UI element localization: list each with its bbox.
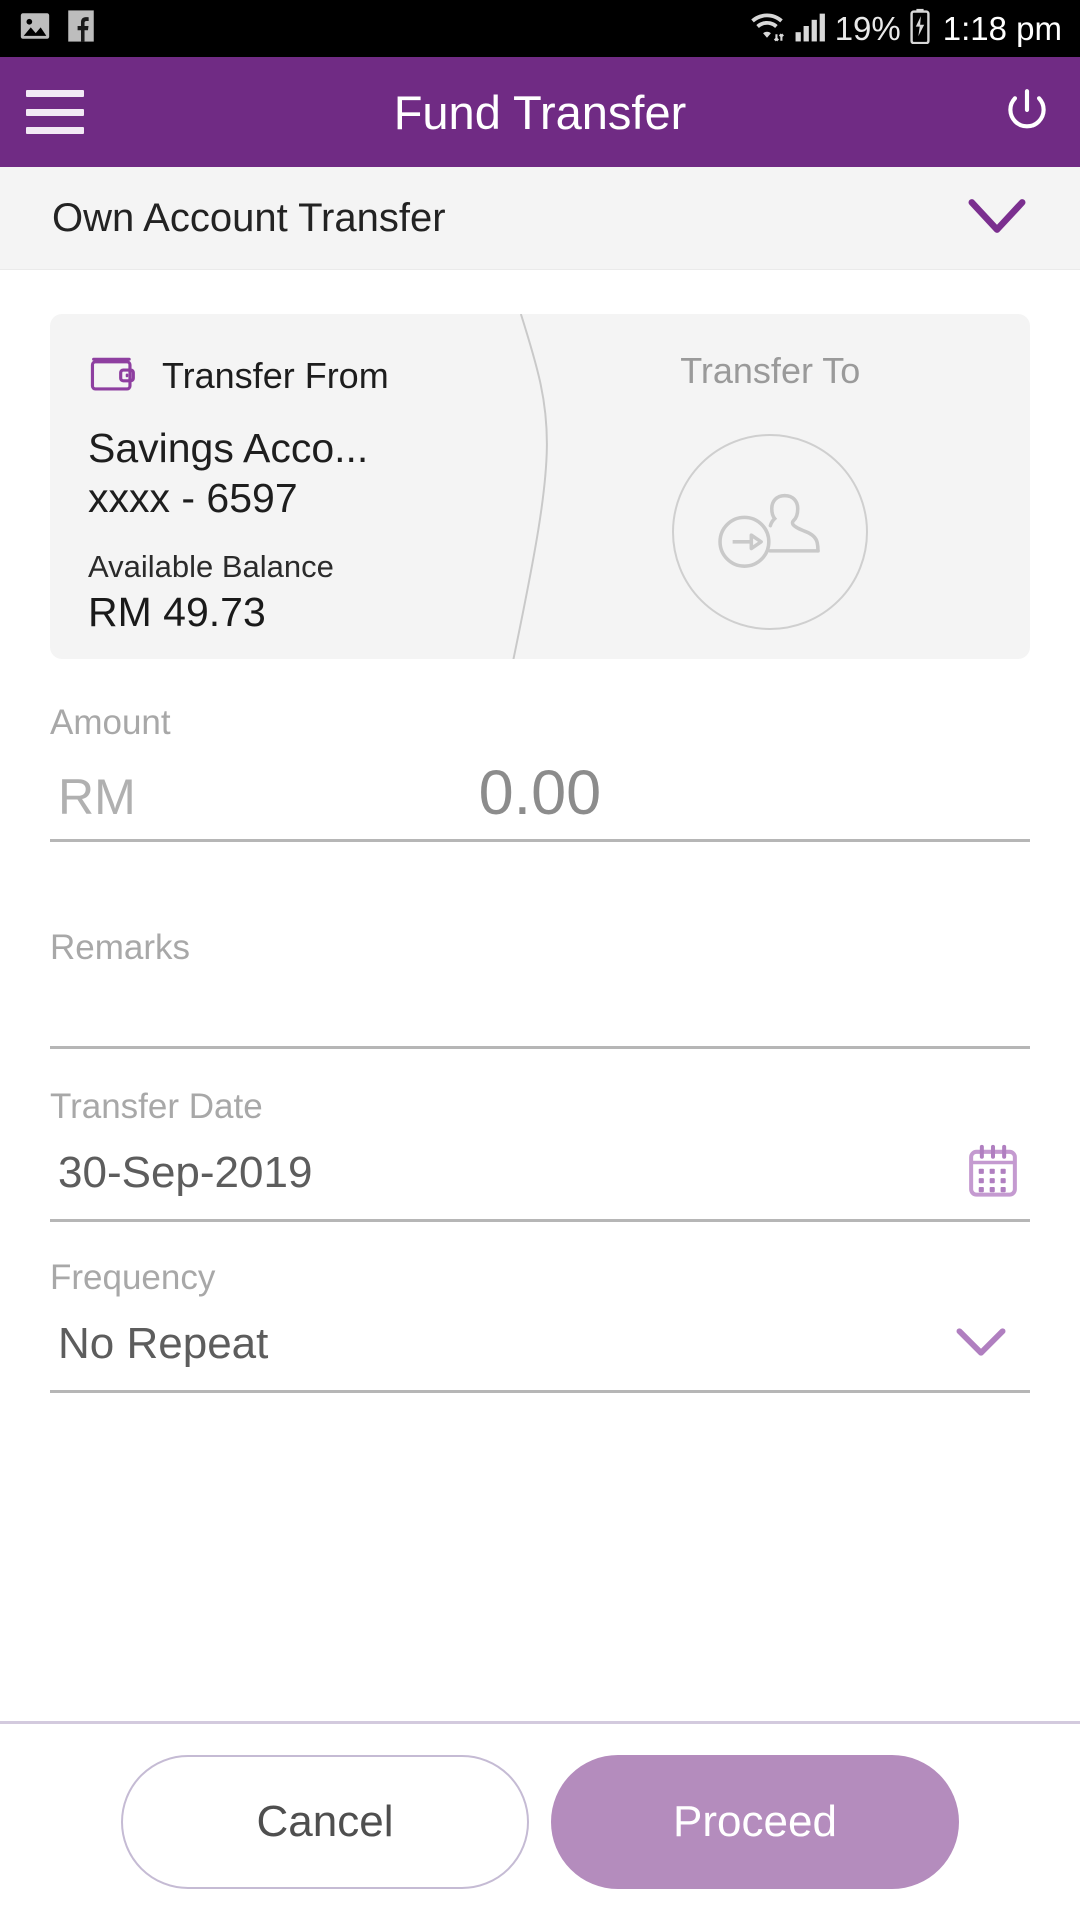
remarks-field[interactable]: Remarks [50, 928, 1030, 1049]
transfer-date-underline [50, 1219, 1030, 1222]
status-bar-indicators: 19% 1:18 pm [747, 8, 1062, 49]
account-card-wrapper: Transfer From Savings Acco... xxxx - 659… [0, 270, 1080, 659]
transfer-type-dropdown[interactable]: Own Account Transfer [0, 167, 1080, 270]
transfer-form: Amount RM 0.00 Remarks Transfer Date 30-… [0, 703, 1080, 1393]
frequency-underline [50, 1390, 1030, 1393]
transfer-date-input[interactable]: 30-Sep-2019 [58, 1148, 312, 1198]
frequency-label: Frequency [50, 1258, 216, 1297]
page-title: Fund Transfer [393, 85, 687, 139]
facebook-icon [66, 9, 96, 48]
frequency-value[interactable]: No Repeat [58, 1319, 268, 1369]
chevron-down-icon[interactable] [954, 1325, 1008, 1364]
amount-input-row[interactable]: RM 0.00 [50, 743, 1030, 839]
clock-label: 1:18 pm [942, 10, 1062, 47]
transfer-to-payee-icon [711, 482, 829, 583]
available-balance-label: Available Balance [88, 549, 334, 585]
amount-currency-prefix: RM [58, 769, 136, 825]
transfer-date-label: Transfer Date [50, 1087, 263, 1126]
transfer-date-field[interactable]: Transfer Date 30-Sep-2019 [50, 1087, 1030, 1222]
remarks-label: Remarks [50, 928, 191, 967]
account-card: Transfer From Savings Acco... xxxx - 659… [50, 314, 1030, 659]
transfer-type-value: Own Account Transfer [52, 195, 446, 240]
image-icon [18, 9, 52, 48]
wifi-icon [747, 8, 787, 49]
transfer-from-label: Transfer From [162, 354, 389, 396]
frequency-select-row[interactable]: No Repeat [50, 1298, 1030, 1390]
transfer-to-label: Transfer To [680, 350, 861, 391]
remarks-input[interactable] [50, 968, 1030, 1046]
cancel-button[interactable]: Cancel [121, 1755, 529, 1889]
battery-charging-icon [908, 8, 932, 49]
amount-label: Amount [50, 703, 171, 742]
app-screen: 19% 1:18 pm Fund Transfer Own Account Tr… [0, 0, 1080, 1920]
available-balance-value: RM 49.73 [88, 589, 266, 636]
footer-actions: Cancel Proceed [0, 1724, 1080, 1920]
hamburger-menu-icon[interactable] [26, 90, 84, 134]
chevron-down-icon [966, 196, 1028, 241]
calendar-icon[interactable] [964, 1142, 1022, 1205]
battery-percent-label: 19% [834, 10, 901, 47]
transfer-to-panel[interactable]: Transfer To [511, 314, 1030, 659]
from-account-number: xxxx - 6597 [88, 475, 298, 522]
transfer-from-panel[interactable]: Transfer From Savings Acco... xxxx - 659… [50, 314, 511, 659]
power-logout-icon[interactable] [1000, 85, 1054, 139]
transfer-date-input-row[interactable]: 30-Sep-2019 [50, 1127, 1030, 1219]
amount-field[interactable]: Amount RM 0.00 [50, 703, 1030, 842]
frequency-field[interactable]: Frequency No Repeat [50, 1258, 1030, 1393]
amount-underline [50, 839, 1030, 842]
remarks-underline [50, 1046, 1030, 1049]
app-bar: Fund Transfer [0, 57, 1080, 167]
signal-bars-icon [794, 9, 828, 48]
proceed-button[interactable]: Proceed [551, 1755, 959, 1889]
transfer-to-avatar[interactable] [672, 434, 869, 630]
status-bar: 19% 1:18 pm [0, 0, 1080, 57]
from-account-name: Savings Acco... [88, 425, 369, 471]
status-bar-notifications [18, 9, 96, 48]
wallet-icon [88, 350, 140, 401]
amount-input[interactable]: 0.00 [136, 757, 1022, 829]
transfer-from-header: Transfer From [88, 350, 511, 401]
